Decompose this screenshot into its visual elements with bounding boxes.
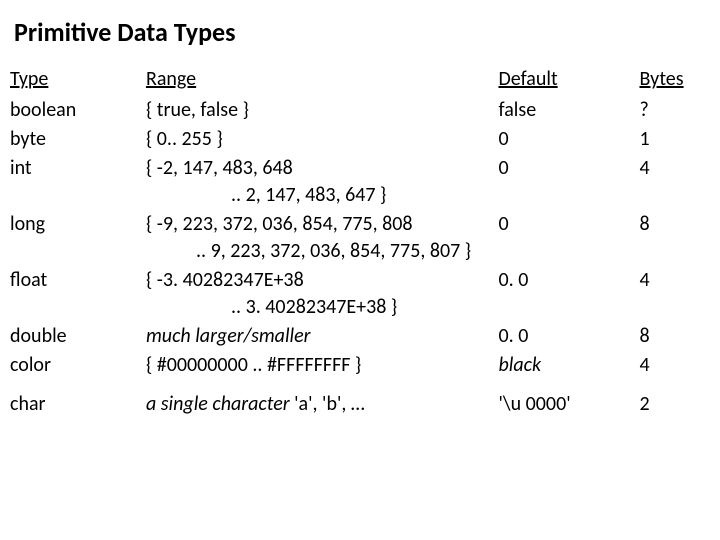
cell-range: { -2, 147, 483, 648 .. 2, 147, 483, 647 …: [146, 155, 499, 211]
cell-range: { -3. 40282347E+38 .. 3. 40282347E+38 }: [146, 267, 499, 323]
range-suffix: 'a', 'b', …: [294, 392, 365, 416]
cell-bytes: 4: [639, 352, 710, 381]
cell-bytes: 8: [639, 211, 710, 267]
cell-bytes: ?: [639, 97, 710, 126]
cell-bytes: 4: [639, 267, 710, 323]
cell-default: 0: [498, 155, 639, 211]
range-line-2: .. 3. 40282347E+38 }: [146, 294, 495, 321]
cell-bytes: 8: [639, 323, 710, 352]
range-line-1: { -2, 147, 483, 648: [146, 156, 293, 180]
cell-default: 0: [498, 126, 639, 155]
cell-type: long: [10, 211, 146, 267]
range-line-1: { -9, 223, 372, 036, 854, 775, 808: [146, 212, 413, 236]
cell-type: int: [10, 155, 146, 211]
page-title: Primitive Data Types: [14, 16, 710, 48]
cell-range: { 0.. 255 }: [146, 126, 499, 155]
cell-range: a single character 'a', 'b', …: [146, 381, 499, 420]
types-table: Type Range Default Bytes boolean { true,…: [10, 66, 710, 420]
cell-default: '\u 0000': [498, 381, 639, 420]
table-row: long { -9, 223, 372, 036, 854, 775, 808 …: [10, 211, 710, 267]
table-row: float { -3. 40282347E+38 .. 3. 40282347E…: [10, 267, 710, 323]
cell-bytes: 1: [639, 126, 710, 155]
cell-type: boolean: [10, 97, 146, 126]
table-row: char a single character 'a', 'b', … '\u …: [10, 381, 710, 420]
table-row: int { -2, 147, 483, 648 .. 2, 147, 483, …: [10, 155, 710, 211]
cell-bytes: 4: [639, 155, 710, 211]
col-range: Range: [146, 66, 499, 97]
table-row: byte { 0.. 255 } 0 1: [10, 126, 710, 155]
cell-range: { #00000000 .. #FFFFFFFF }: [146, 352, 499, 381]
cell-default: 0: [498, 211, 639, 267]
range-prefix: a single character: [146, 392, 294, 416]
cell-bytes: 2: [639, 381, 710, 420]
table-row: color { #00000000 .. #FFFFFFFF } black 4: [10, 352, 710, 381]
cell-default: 0. 0: [498, 267, 639, 323]
cell-type: byte: [10, 126, 146, 155]
cell-type: color: [10, 352, 146, 381]
table-row: double much larger/smaller 0. 0 8: [10, 323, 710, 352]
col-type: Type: [10, 66, 146, 97]
cell-default: black: [498, 352, 639, 381]
cell-range: much larger/smaller: [146, 323, 499, 352]
cell-type: float: [10, 267, 146, 323]
col-bytes: Bytes: [639, 66, 710, 97]
slide: Primitive Data Types Type Range Default …: [0, 0, 720, 540]
cell-range: { true, false }: [146, 97, 499, 126]
range-line-1: { -3. 40282347E+38: [146, 268, 304, 292]
cell-default: 0. 0: [498, 323, 639, 352]
cell-range: { -9, 223, 372, 036, 854, 775, 808 .. 9,…: [146, 211, 499, 267]
table-row: boolean { true, false } false ?: [10, 97, 710, 126]
cell-type: char: [10, 381, 146, 420]
range-line-2: .. 9, 223, 372, 036, 854, 775, 807 }: [146, 238, 495, 265]
cell-type: double: [10, 323, 146, 352]
cell-default: false: [498, 97, 639, 126]
table-header-row: Type Range Default Bytes: [10, 66, 710, 97]
range-line-2: .. 2, 147, 483, 647 }: [146, 182, 495, 209]
col-default: Default: [498, 66, 639, 97]
